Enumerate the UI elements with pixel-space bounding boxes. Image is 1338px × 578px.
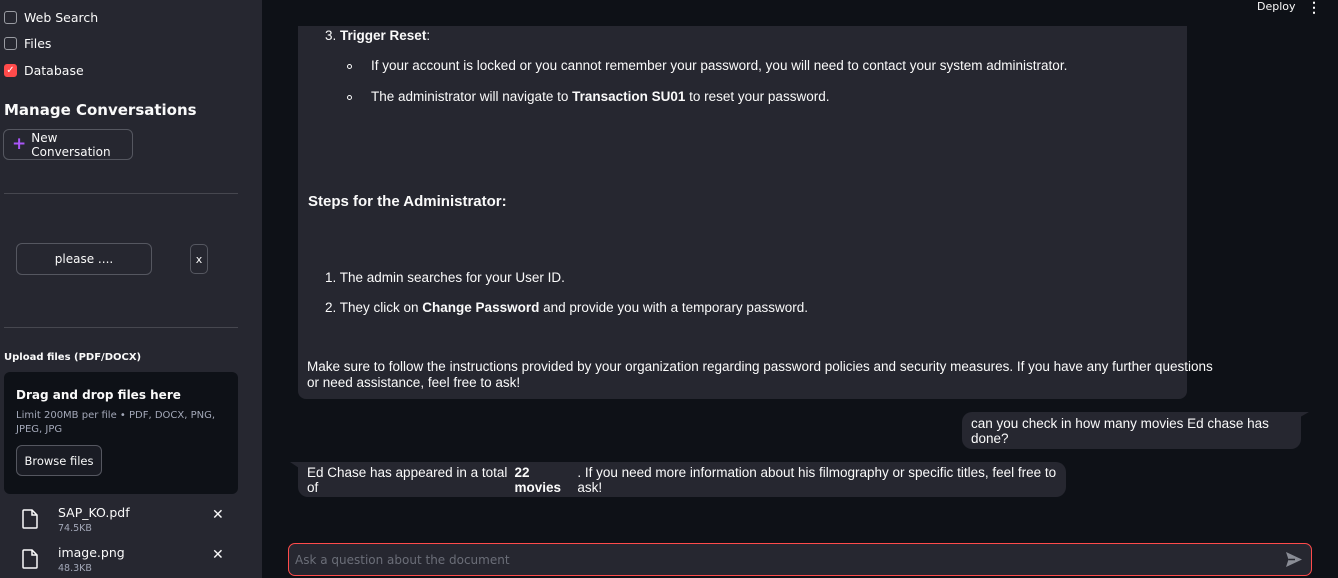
step-text: 2. They click on [325,300,423,315]
message-text: . If you need more information about his… [577,464,1057,495]
divider [4,327,238,328]
step-number: 3. [325,28,337,43]
closing-line-1: Make sure to follow the instructions pro… [307,359,1213,374]
checkbox-database[interactable]: ✓ Database [4,63,84,78]
step-text: and provide you with a temporary passwor… [539,300,808,315]
plus-icon: + [12,134,27,154]
remove-file-close-icon[interactable]: ✕ [212,507,224,523]
checkbox-box[interactable] [4,11,17,24]
checkbox-web-search[interactable]: Web Search [4,10,98,25]
admin-steps-heading: Steps for the Administrator: [308,193,507,210]
conversation-item-button[interactable]: please .... [16,243,152,275]
bullet-text: to reset your password. [685,89,830,104]
send-icon[interactable] [1285,551,1303,568]
checkmark-icon[interactable]: ✓ [4,64,17,77]
divider [4,193,238,194]
sidebar: Web Search Files ✓ Database Manage Conve… [0,0,262,578]
step-bold: Change Password [422,300,540,315]
bullet-text: The administrator will navigate to [371,89,573,104]
message-bold: 22 movies [514,464,562,495]
delete-conversation-button[interactable]: x [190,244,208,274]
dropzone-limit: Limit 200MB per file • PDF, DOCX, PNG, J… [16,410,216,435]
bullet-circle-icon [347,64,352,69]
assistant-message: 3. Trigger Reset: If your account is loc… [298,26,1213,399]
assistant-message: Ed Chase has appeared in a total of 22 m… [298,462,1066,497]
deploy-button[interactable]: Deploy [1257,0,1296,13]
file-name: SAP_KO.pdf [58,505,130,520]
message-text: Ed Chase has appeared in a total of [307,464,508,495]
checkbox-label: Web Search [24,10,99,25]
uploaded-file: image.png 48.3KB ✕ [22,545,242,578]
file-dropzone[interactable]: Drag and drop files here Limit 200MB per… [4,372,238,494]
remove-file-close-icon[interactable]: ✕ [212,547,224,563]
checkbox-label: Database [24,63,84,78]
file-icon [22,549,38,569]
checkbox-label: Files [24,36,52,51]
new-conversation-label: New Conversation [31,130,111,159]
file-size: 48.3KB [58,563,92,574]
bullet-bold: Transaction SU01 [572,89,686,104]
chat-input[interactable] [295,544,1275,575]
manage-conversations-heading: Manage Conversations [4,101,197,119]
closing-line-2: or need assistance, feel free to ask! [307,375,521,390]
file-icon [22,509,38,529]
file-size: 74.5KB [58,523,92,534]
bullet-circle-icon [347,95,352,100]
bullet-text: If your account is locked or you cannot … [371,58,1068,73]
uploaded-file: SAP_KO.pdf 74.5KB ✕ [22,505,242,539]
checkbox-files[interactable]: Files [4,36,51,51]
dropzone-title: Drag and drop files here [16,388,181,402]
admin-step-1: 1. The admin searches for your User ID. [325,270,565,285]
checkbox-box[interactable] [4,37,17,50]
bullet-1: If your account is locked or you cannot … [347,58,1068,73]
browse-files-button[interactable]: Browse files [16,445,102,476]
admin-step-2: 2. They click on Change Password and pro… [325,300,808,315]
step-3: 3. Trigger Reset: [325,28,430,43]
step-title: Trigger Reset [340,28,427,43]
bullet-2: The administrator will navigate to Trans… [347,89,830,104]
user-message-text: can you check in how many movies Ed chas… [971,415,1269,446]
upload-label: Upload files (PDF/DOCX) [4,352,142,363]
chat-input-container [288,543,1312,576]
user-message: can you check in how many movies Ed chas… [962,412,1301,449]
kebab-menu-icon[interactable]: ⋮ [1307,0,1321,16]
step-colon: : [426,28,431,43]
file-name: image.png [58,545,125,560]
new-conversation-button[interactable]: + New Conversation [3,129,133,160]
